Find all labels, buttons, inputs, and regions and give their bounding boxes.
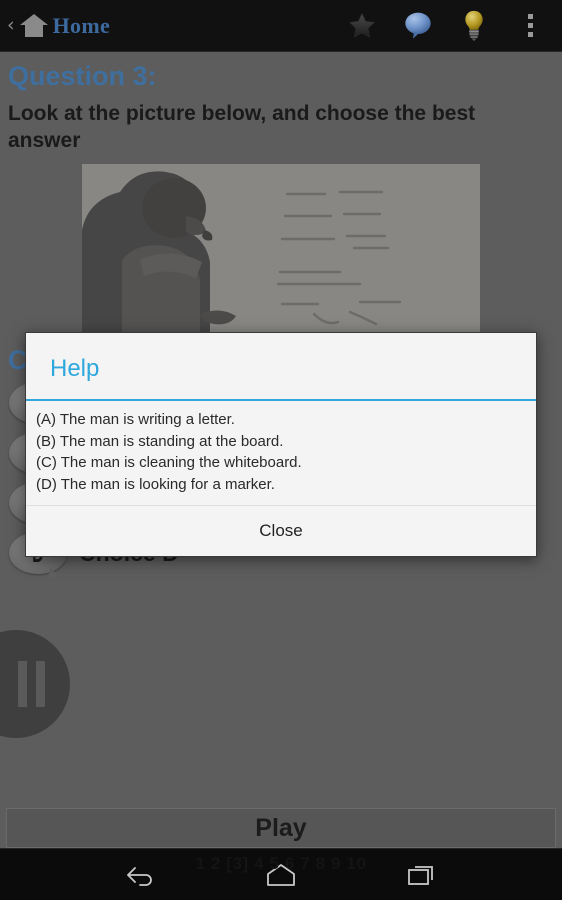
play-button-label: Play	[255, 813, 307, 842]
hint-bulb-button[interactable]	[446, 0, 502, 52]
help-dialog-title: Help	[50, 355, 100, 382]
back-chevron-icon: ‹	[7, 14, 15, 36]
question-image[interactable]	[82, 164, 480, 340]
help-dialog-body: (A) The man is writing a letter. (B) The…	[26, 401, 536, 507]
app-title: Home	[52, 12, 111, 38]
lightbulb-icon	[465, 10, 483, 41]
help-line-a: (A) The man is writing a letter.	[36, 411, 235, 428]
comment-bubble-icon	[405, 12, 431, 39]
help-dialog: Help (A) The man is writing a letter. (B…	[25, 332, 537, 558]
favorite-star-icon	[348, 12, 376, 38]
close-button[interactable]: Close	[259, 521, 302, 541]
question-prompt: Look at the picture below, and choose th…	[8, 101, 476, 153]
pause-icon	[17, 661, 45, 707]
help-line-d: (D) The man is looking for a marker.	[36, 475, 275, 493]
pagination-label: 1 2 [3] 4 5 6 7 8 9 10	[195, 854, 367, 873]
comment-bubble-button[interactable]	[390, 0, 446, 52]
help-dialog-footer: Close	[26, 506, 536, 556]
help-dialog-header: Help	[26, 333, 536, 401]
pagination[interactable]: 1 2 [3] 4 5 6 7 8 9 10	[0, 851, 562, 877]
home-icon	[19, 13, 48, 38]
help-line-b: (B) The man is standing at the board.	[36, 432, 284, 450]
home-up-button[interactable]: ‹ Home	[0, 13, 110, 39]
action-bar-actions	[334, 0, 562, 52]
question-number: Question 3:	[8, 61, 157, 91]
app-root: ‹ Home Question 3: Look at the picture b…	[0, 0, 562, 900]
three-dot-menu-icon	[527, 14, 533, 37]
action-bar: ‹ Home	[0, 0, 562, 52]
favorite-star-button[interactable]	[334, 0, 390, 52]
help-line-c: (C) The man is cleaning the whiteboard.	[36, 454, 302, 472]
play-button[interactable]: Play	[6, 808, 556, 848]
overflow-menu-button[interactable]	[502, 0, 558, 52]
image-scrim	[82, 164, 480, 340]
